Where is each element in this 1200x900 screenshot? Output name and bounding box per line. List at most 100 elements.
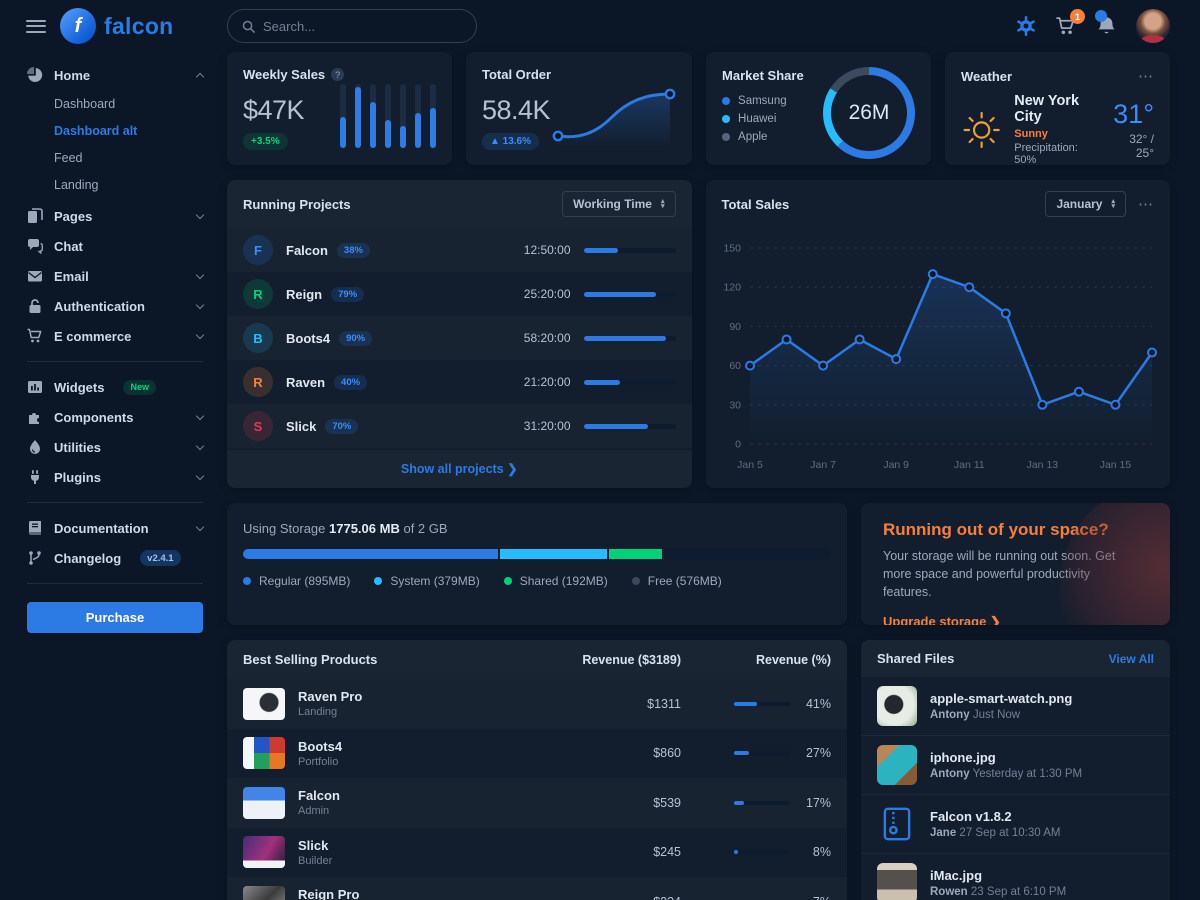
file-name[interactable]: Falcon v1.8.2 xyxy=(930,809,1060,824)
more-options-icon[interactable]: ⋯ xyxy=(1138,67,1154,85)
project-progress-bar xyxy=(584,424,676,429)
product-name[interactable]: Reign Pro xyxy=(298,887,359,900)
svg-text:Jan 15: Jan 15 xyxy=(1099,459,1131,471)
sidebar-divider xyxy=(27,502,203,503)
sidebar-item-ecommerce[interactable]: E commerce xyxy=(27,321,203,351)
plug-icon xyxy=(27,469,43,485)
file-name[interactable]: iphone.jpg xyxy=(930,750,1082,765)
more-options-icon[interactable]: ⋯ xyxy=(1138,195,1154,213)
product-name[interactable]: Boots4 xyxy=(298,739,342,754)
product-name[interactable]: Falcon xyxy=(298,788,340,803)
file-thumbnail xyxy=(877,863,917,900)
card-title: Market Share xyxy=(722,68,804,83)
sidebar-item-label: Plugins xyxy=(54,470,101,485)
help-icon[interactable]: ? xyxy=(331,68,344,81)
sidebar-item-pages[interactable]: Pages xyxy=(27,201,203,231)
notifications-button[interactable] xyxy=(1097,16,1116,36)
purchase-button[interactable]: Purchase xyxy=(27,602,203,633)
search-input[interactable] xyxy=(263,19,462,34)
file-row: Falcon v1.8.2 Jane 27 Sep at 10:30 AM xyxy=(861,794,1170,853)
product-category: Builder xyxy=(298,855,332,867)
search-icon xyxy=(242,20,255,33)
weather-city: New York City xyxy=(1014,93,1100,125)
running-projects-card: Running Projects Working Time ▴▾ F Falco… xyxy=(227,180,692,488)
file-name[interactable]: apple-smart-watch.png xyxy=(930,691,1072,706)
code-branch-icon xyxy=(27,550,43,566)
product-category: Portfolio xyxy=(298,756,342,768)
drop-icon xyxy=(27,439,43,455)
storage-segment-system xyxy=(500,549,609,559)
sidebar-item-components[interactable]: Components xyxy=(27,402,203,432)
sidebar-item-chat[interactable]: Chat xyxy=(27,231,203,261)
menu-toggle-button[interactable] xyxy=(26,20,46,33)
month-select[interactable]: January ▴▾ xyxy=(1045,191,1126,217)
product-name[interactable]: Slick xyxy=(298,838,332,853)
file-name[interactable]: iMac.jpg xyxy=(930,868,1066,883)
show-all-projects-link[interactable]: Show all projects ❯ xyxy=(401,462,518,476)
view-all-link[interactable]: View All xyxy=(1109,652,1154,666)
chevron-down-icon xyxy=(196,270,204,278)
project-time: 25:20:00 xyxy=(524,287,571,301)
version-badge: v2.4.1 xyxy=(140,550,180,566)
sidebar: Home Dashboard Dashboard alt Feed Landin… xyxy=(0,52,227,633)
sidebar-item-widgets[interactable]: Widgets New xyxy=(27,372,203,402)
storage-usage-text: Using Storage 1775.06 MB of 2 GB xyxy=(243,521,831,536)
sidebar-item-home[interactable]: Home xyxy=(27,60,203,90)
sidebar-item-changelog[interactable]: Changelog v2.4.1 xyxy=(27,543,203,573)
file-meta: Jane 27 Sep at 10:30 AM xyxy=(930,827,1060,839)
sidebar-item-utilities[interactable]: Utilities xyxy=(27,432,203,462)
sidebar-item-dashboard-alt[interactable]: Dashboard alt xyxy=(54,117,203,144)
product-name[interactable]: Raven Pro xyxy=(298,689,362,704)
settings-gear-button[interactable] xyxy=(1016,16,1036,36)
product-percent: 27% xyxy=(801,746,831,760)
svg-text:Jan 11: Jan 11 xyxy=(953,459,984,471)
product-percent: 17% xyxy=(801,796,831,810)
project-name: Boots4 xyxy=(286,331,330,346)
sidebar-item-email[interactable]: Email xyxy=(27,261,203,291)
brand-logo[interactable]: f falcon xyxy=(60,8,174,44)
storage-segment-shared xyxy=(609,549,664,559)
card-title: Weekly Sales xyxy=(243,67,325,82)
sidebar-item-feed[interactable]: Feed xyxy=(54,144,203,171)
cart-button[interactable]: 1 xyxy=(1056,16,1077,36)
project-time: 31:20:00 xyxy=(524,419,571,433)
product-percent: 7% xyxy=(801,895,831,900)
upgrade-storage-link[interactable]: Upgrade storage ❯ xyxy=(883,614,1001,625)
sidebar-item-landing[interactable]: Landing xyxy=(54,171,203,198)
weekly-sales-card: Weekly Sales ? $47K +3.5% xyxy=(227,52,452,165)
product-progress-bar xyxy=(734,751,790,755)
sidebar-item-label: Email xyxy=(54,269,89,284)
sidebar-item-plugins[interactable]: Plugins xyxy=(27,462,203,492)
sidebar-item-label: Documentation xyxy=(54,521,149,536)
chevron-down-icon xyxy=(196,471,204,479)
product-percent: 8% xyxy=(801,845,831,859)
product-progress-bar xyxy=(734,702,790,706)
weather-condition: Sunny xyxy=(1014,128,1100,140)
product-revenue: $539 xyxy=(571,796,681,810)
user-avatar[interactable] xyxy=(1136,9,1170,43)
svg-text:Jan 5: Jan 5 xyxy=(737,459,763,471)
sidebar-item-label: Changelog xyxy=(54,551,121,566)
search-box[interactable] xyxy=(227,9,477,43)
best-selling-products-card: Best Selling Products Revenue ($3189) Re… xyxy=(227,640,847,900)
sidebar-item-documentation[interactable]: Documentation xyxy=(27,513,203,543)
chevron-down-icon xyxy=(196,411,204,419)
notification-dot xyxy=(1095,10,1107,22)
market-share-donut-chart: 26M xyxy=(823,67,915,159)
working-time-select[interactable]: Working Time ▴▾ xyxy=(562,191,675,217)
product-thumbnail xyxy=(243,886,285,900)
sidebar-item-label: Home xyxy=(54,68,90,83)
card-title: Running Projects xyxy=(243,197,351,212)
product-percent: 41% xyxy=(801,697,831,711)
total-order-card: Total Order 58.4K ▲ 13.6% xyxy=(466,52,692,165)
sidebar-item-dashboard[interactable]: Dashboard xyxy=(54,90,203,117)
sidebar-item-authentication[interactable]: Authentication xyxy=(27,291,203,321)
total-order-sparkline xyxy=(550,84,676,150)
products-table-header: Best Selling Products Revenue ($3189) Re… xyxy=(227,640,847,679)
weather-range: 32° / 25° xyxy=(1113,132,1155,160)
falcon-logo-icon: f xyxy=(60,8,96,44)
product-revenue: $1311 xyxy=(571,697,681,711)
legend-dot xyxy=(374,577,382,585)
brand-name: falcon xyxy=(104,13,174,40)
sidebar-home-children: Dashboard Dashboard alt Feed Landing xyxy=(27,90,203,198)
